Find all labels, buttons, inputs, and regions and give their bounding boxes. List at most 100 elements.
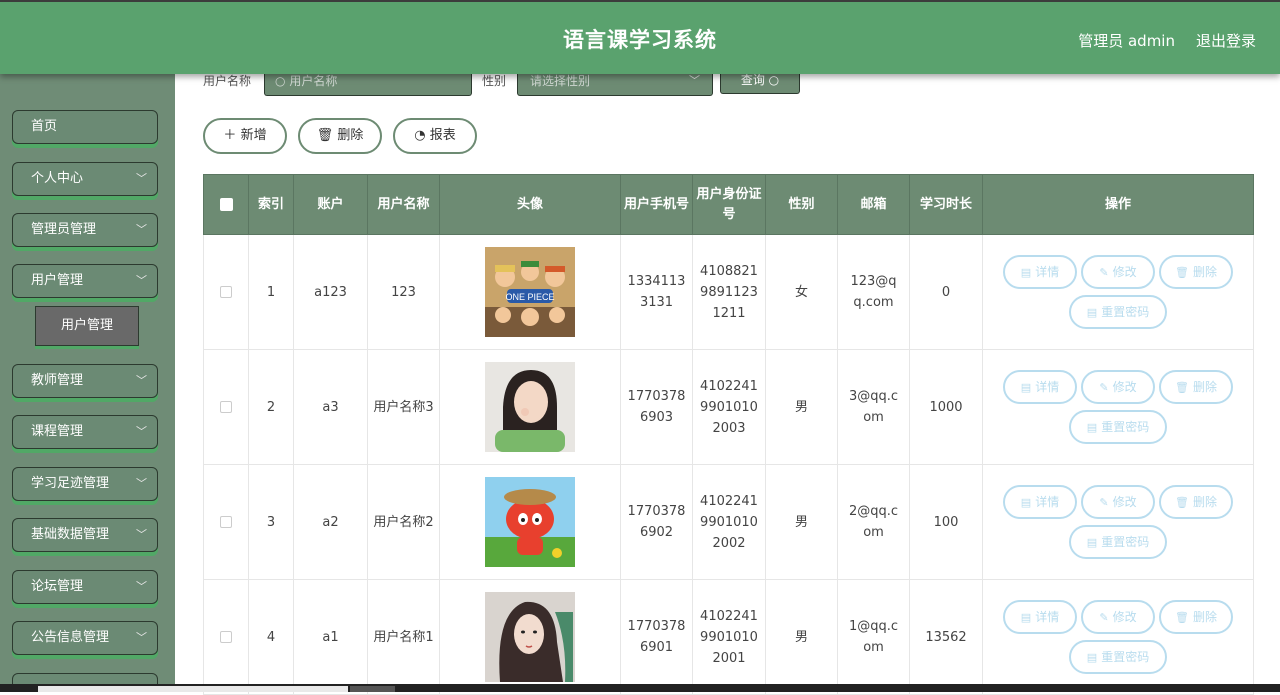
- cell-gender: 男: [765, 579, 838, 695]
- select-all-checkbox[interactable]: [203, 174, 249, 235]
- cell-index: 4: [248, 579, 294, 695]
- pie-chart-icon: ◔: [414, 128, 426, 143]
- detail-button[interactable]: ▤ 详情: [1003, 255, 1077, 289]
- sidebar-item-admin[interactable]: 管理员管理 ﹀: [12, 213, 158, 247]
- edit-button[interactable]: ✎ 修改: [1081, 255, 1155, 289]
- cell-idcard: 410224199010102001: [692, 579, 766, 695]
- sidebar-item-courses[interactable]: 课程管理 ﹀: [12, 415, 158, 449]
- logout-link[interactable]: 退出登录: [1196, 30, 1256, 51]
- cell-phone: 17703786901: [620, 579, 693, 695]
- gender-label: 性别: [482, 74, 507, 88]
- sidebar-item-home[interactable]: 首页: [12, 110, 158, 144]
- cell-duration: 1000: [909, 349, 983, 465]
- chevron-down-icon: ﹀: [136, 528, 147, 541]
- detail-label: 详情: [1035, 265, 1060, 279]
- pencil-icon: ✎: [1099, 266, 1109, 279]
- sidebar-item-forum[interactable]: 论坛管理 ﹀: [12, 570, 158, 604]
- row-checkbox[interactable]: [203, 234, 249, 350]
- edit-label: 修改: [1112, 610, 1137, 624]
- pencil-icon: ✎: [1099, 496, 1109, 509]
- sidebar-item-label: 个人中心: [31, 171, 84, 186]
- reset-label: 重置密码: [1101, 305, 1150, 319]
- chevron-down-icon: ﹀: [136, 631, 147, 644]
- edit-button[interactable]: ✎ 修改: [1081, 370, 1155, 404]
- reset-password-button[interactable]: ▤ 重置密码: [1069, 295, 1167, 329]
- sidebar-item-label: 首页: [31, 119, 58, 134]
- add-button[interactable]: ＋ 新增: [203, 118, 287, 154]
- cell-name: 123: [367, 234, 440, 350]
- table-row: 4 a1 用户名称1 17703786901 410224199010102001 男 1@…: [203, 579, 1254, 695]
- current-user: 管理员 admin: [1078, 32, 1175, 50]
- delete-row-button[interactable]: 🗑 删除: [1159, 485, 1233, 519]
- sidebar-item-label: 课程管理: [31, 424, 84, 439]
- cell-gender: 男: [765, 349, 838, 465]
- trash-icon: 🗑: [1175, 266, 1189, 279]
- cell-email: 2@qq.com: [837, 464, 910, 580]
- document-icon: ▤: [1020, 496, 1032, 509]
- report-button[interactable]: ◔ 报表: [393, 118, 477, 154]
- taskbar-item[interactable]: [38, 686, 348, 692]
- gender-placeholder: 请选择性别: [530, 74, 591, 88]
- row-checkbox[interactable]: [203, 464, 249, 580]
- trash-icon: 🗑: [1175, 611, 1189, 624]
- col-idcard: 用户身份证号: [692, 174, 766, 235]
- detail-button[interactable]: ▤ 详情: [1003, 485, 1077, 519]
- edit-button[interactable]: ✎ 修改: [1081, 600, 1155, 634]
- search-icon: ○: [275, 74, 286, 88]
- sidebar-item-teachers[interactable]: 教师管理 ﹀: [12, 364, 158, 398]
- document-icon: ▤: [1020, 611, 1032, 624]
- detail-label: 详情: [1035, 380, 1060, 394]
- cell-email: 123@qq.com: [837, 234, 910, 350]
- cell-duration: 100: [909, 464, 983, 580]
- chevron-down-icon: ﹀: [136, 477, 147, 490]
- col-actions: 操作: [982, 174, 1254, 235]
- col-duration: 学习时长: [909, 174, 983, 235]
- cell-avatar: [439, 349, 621, 465]
- add-button-label: 新增: [240, 128, 267, 143]
- col-index: 索引: [248, 174, 294, 235]
- sidebar-subitem-users[interactable]: 用户管理: [35, 306, 139, 346]
- cell-actions: ▤ 详情 ✎ 修改 🗑 删除 ▤ 重置密码: [982, 464, 1254, 580]
- detail-label: 详情: [1035, 495, 1060, 509]
- sidebar-item-footprints[interactable]: 学习足迹管理 ﹀: [12, 467, 158, 501]
- delete-row-button[interactable]: 🗑 删除: [1159, 255, 1233, 289]
- users-table: 索引 账户 用户名称 头像 用户手机号 用户身份证号 性别 邮箱 学习时长 操作…: [203, 174, 1254, 695]
- username-label: 用户名称: [203, 74, 252, 88]
- top-header: 语言课学习系统 管理员 admin 退出登录: [0, 0, 1280, 74]
- sidebar-item-profile[interactable]: 个人中心 ﹀: [12, 162, 158, 196]
- reset-password-button[interactable]: ▤ 重置密码: [1069, 640, 1167, 674]
- cell-email: 1@qq.com: [837, 579, 910, 695]
- detail-button[interactable]: ▤ 详情: [1003, 600, 1077, 634]
- sidebar-item-notices[interactable]: 公告信息管理 ﹀: [12, 621, 158, 655]
- sidebar-item-basedata[interactable]: 基础数据管理 ﹀: [12, 518, 158, 552]
- row-checkbox[interactable]: [203, 579, 249, 695]
- document-icon: ▤: [1086, 536, 1098, 549]
- edit-button[interactable]: ✎ 修改: [1081, 485, 1155, 519]
- cell-gender: 女: [765, 234, 838, 350]
- col-name: 用户名称: [367, 174, 440, 235]
- cell-account: a1: [293, 579, 368, 695]
- username-placeholder: 用户名称: [289, 74, 338, 88]
- row-checkbox[interactable]: [203, 349, 249, 465]
- plus-icon: ＋: [223, 128, 237, 143]
- edit-label: 修改: [1112, 380, 1137, 394]
- delete-row-button[interactable]: 🗑 删除: [1159, 600, 1233, 634]
- edit-label: 修改: [1112, 265, 1137, 279]
- report-button-label: 报表: [429, 128, 456, 143]
- cell-idcard: 410224199010102003: [692, 349, 766, 465]
- cell-actions: ▤ 详情 ✎ 修改 🗑 删除 ▤ 重置密码: [982, 234, 1254, 350]
- trash-icon: 🗑: [1175, 381, 1189, 394]
- reset-password-button[interactable]: ▤ 重置密码: [1069, 525, 1167, 559]
- sidebar-item-users[interactable]: 用户管理 ﹀: [12, 264, 158, 298]
- delete-row-button[interactable]: 🗑 删除: [1159, 370, 1233, 404]
- taskbar-item[interactable]: [350, 686, 395, 692]
- cell-phone: 13341133131: [620, 234, 693, 350]
- avatar: ONE PIECE: [485, 247, 575, 337]
- detail-button[interactable]: ▤ 详情: [1003, 370, 1077, 404]
- delete-button[interactable]: 🗑 删除: [298, 118, 382, 154]
- svg-text:ONE PIECE: ONE PIECE: [505, 292, 554, 302]
- chevron-down-icon: ﹀: [136, 580, 147, 593]
- table-header-row: 索引 账户 用户名称 头像 用户手机号 用户身份证号 性别 邮箱 学习时长 操作: [203, 174, 1254, 235]
- sidebar-item-label: 用户管理: [31, 273, 84, 288]
- reset-password-button[interactable]: ▤ 重置密码: [1069, 410, 1167, 444]
